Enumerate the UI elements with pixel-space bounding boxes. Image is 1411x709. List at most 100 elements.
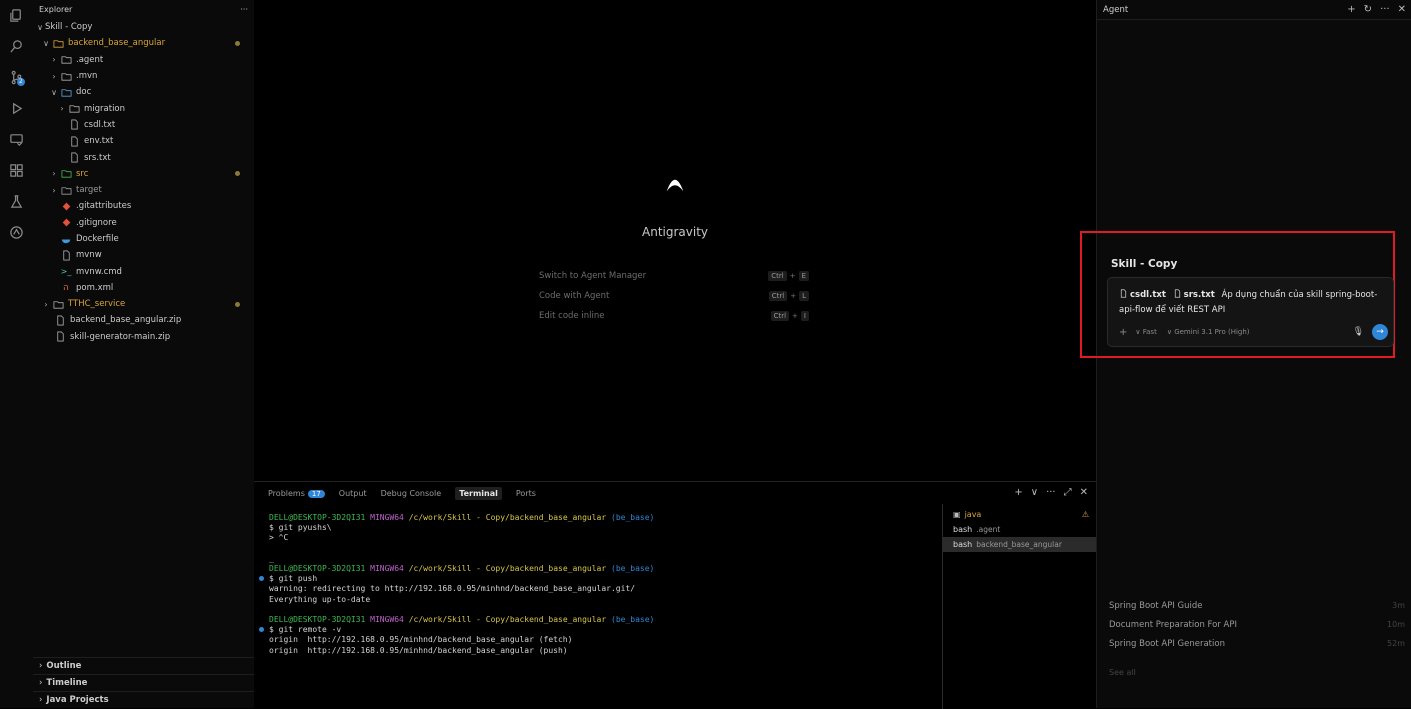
recent-time: 3m xyxy=(1392,601,1405,610)
output-line: warning: redirecting to http://192.168.0… xyxy=(269,584,636,594)
run-debug-icon[interactable] xyxy=(0,93,33,124)
tree-folder-agent[interactable]: › .agent xyxy=(33,52,254,68)
tree-file-csdl[interactable]: csdl.txt xyxy=(33,117,254,133)
tree-folder-doc[interactable]: ∨ doc xyxy=(33,84,254,100)
activity-bar: 2 xyxy=(0,0,34,708)
agent-prompt-text[interactable]: csdl.txt srs.txt Áp dụng chuẩn của skill… xyxy=(1119,288,1385,318)
chevron-right-icon: › xyxy=(52,185,56,195)
tree-label: mvnw.cmd xyxy=(76,266,122,277)
maximize-panel-icon[interactable]: ⤢ xyxy=(1064,487,1072,498)
tree-file-mvnw[interactable]: mvnw xyxy=(33,247,254,263)
agent-icon[interactable] xyxy=(0,217,33,248)
tree-label: Dockerfile xyxy=(76,234,119,244)
agent-prompt-input[interactable]: csdl.txt srs.txt Áp dụng chuẩn của skill… xyxy=(1107,277,1394,347)
shortcut-list: Switch to Agent Manager Ctrl + E Code with … xyxy=(539,266,809,326)
tab-problems[interactable]: Problems 17 xyxy=(268,489,325,498)
java-projects-section[interactable]: › Java Projects xyxy=(33,691,254,708)
recent-item[interactable]: Spring Boot API Guide 3m xyxy=(1109,596,1405,615)
terminal-cwd: .agent xyxy=(976,525,1001,534)
model-selector[interactable]: ∨ Gemini 3.1 Pro (High) xyxy=(1167,328,1250,336)
more-icon[interactable]: ··· xyxy=(1380,4,1390,15)
add-context-icon[interactable]: + xyxy=(1119,327,1127,338)
tree-file-srs[interactable]: srs.txt xyxy=(33,149,254,165)
file-icon xyxy=(67,119,81,130)
tree-file-skill-generator-zip[interactable]: skill-generator-main.zip xyxy=(33,329,254,345)
shortcut-edit-inline[interactable]: Edit code inline Ctrl + I xyxy=(539,306,809,326)
history-icon[interactable]: ↻ xyxy=(1364,4,1372,15)
file-icon xyxy=(53,315,67,326)
chevron-down-icon[interactable]: ∨ xyxy=(1031,487,1038,498)
more-icon[interactable]: ··· xyxy=(1046,487,1056,498)
close-icon[interactable]: ✕ xyxy=(1398,4,1406,15)
see-all-link[interactable]: See all xyxy=(1109,668,1136,677)
tree-folder-mvn[interactable]: › .mvn xyxy=(33,68,254,84)
mode-label: Fast xyxy=(1142,328,1157,336)
mode-selector[interactable]: ∨ Fast xyxy=(1135,328,1156,336)
explorer-more-button[interactable]: ··· xyxy=(240,5,248,14)
tab-ports[interactable]: Ports xyxy=(516,489,536,498)
tree-folder-backend-base-angular[interactable]: ∨ backend_base_angular xyxy=(33,35,254,51)
editor-welcome: Antigravity Switch to Agent Manager Ctrl +… xyxy=(254,0,1096,481)
tree-file-gitattributes[interactable]: .gitattributes xyxy=(33,198,254,214)
tree-folder-tthc-service[interactable]: › TTHC_service xyxy=(33,296,254,312)
folder-icon xyxy=(59,71,73,82)
arrow-right-icon: → xyxy=(1376,327,1384,337)
extensions-icon[interactable] xyxy=(0,155,33,186)
shortcut-agent-manager[interactable]: Switch to Agent Manager Ctrl + E xyxy=(539,266,809,286)
recent-item[interactable]: Document Preparation For API 10m xyxy=(1109,615,1405,634)
context-chip-srs[interactable]: srs.txt xyxy=(1173,289,1215,300)
tree-folder-target[interactable]: › target xyxy=(33,182,254,198)
tree-label: src xyxy=(76,168,89,179)
tree-folder-src[interactable]: › src xyxy=(33,166,254,182)
section-label: Outline xyxy=(46,661,82,671)
prompt-user: DELL@DESKTOP-3D2QI31 xyxy=(269,564,366,574)
tree-folder-skill-copy[interactable]: ∨ Skill - Copy xyxy=(33,19,254,35)
explorer-icon[interactable] xyxy=(0,0,33,31)
remote-explorer-icon[interactable] xyxy=(0,124,33,155)
terminal-item-java[interactable]: ▣ java ⚠ xyxy=(943,507,1097,522)
new-chat-icon[interactable]: + xyxy=(1347,4,1355,15)
tree-folder-migration[interactable]: › migration xyxy=(33,100,254,116)
folder-src-icon xyxy=(59,168,73,179)
testing-icon[interactable] xyxy=(0,186,33,217)
kbd-key: Ctrl xyxy=(770,311,790,321)
prompt-line: DELL@DESKTOP-3D2QI31 MINGW64 /c/work/Ski… xyxy=(269,513,957,523)
antigravity-logo-icon xyxy=(666,179,684,192)
tree-file-env[interactable]: env.txt xyxy=(33,133,254,149)
source-control-icon[interactable]: 2 xyxy=(0,62,33,93)
send-button[interactable]: → xyxy=(1372,324,1388,340)
terminal-item-bash-backend[interactable]: bash backend_base_angular xyxy=(943,537,1097,552)
context-chip-csdl[interactable]: csdl.txt xyxy=(1119,289,1166,300)
tree-label: mvnw xyxy=(76,250,102,261)
command-text: $ git push xyxy=(269,574,318,584)
close-icon[interactable]: ✕ xyxy=(1080,487,1088,498)
folder-icon xyxy=(51,38,65,49)
tree-file-dockerfile[interactable]: Dockerfile xyxy=(33,231,254,247)
tree-file-pom[interactable]: ה pom.xml xyxy=(33,280,254,296)
new-terminal-icon[interactable]: + xyxy=(1014,487,1022,498)
prompt-branch: (be_base) xyxy=(611,564,655,574)
shortcut-code-with-agent[interactable]: Code with Agent Ctrl + L xyxy=(539,286,809,306)
antigravity-logo xyxy=(254,172,1096,197)
tab-debug-console[interactable]: Debug Console xyxy=(381,489,442,498)
recent-item[interactable]: Spring Boot API Generation 52m xyxy=(1109,634,1405,653)
tree-label: pom.xml xyxy=(76,282,114,293)
outline-section[interactable]: › Outline xyxy=(33,657,254,674)
tree-label: backend_base_angular.zip xyxy=(70,315,182,326)
search-icon[interactable] xyxy=(0,31,33,62)
shortcut-label: Switch to Agent Manager xyxy=(539,271,647,281)
terminal-item-bash-agent[interactable]: bash .agent xyxy=(943,522,1097,537)
docker-icon xyxy=(59,234,73,245)
tree-file-mvnw-cmd[interactable]: >_ mvnw.cmd xyxy=(33,263,254,279)
tab-output[interactable]: Output xyxy=(339,489,367,498)
chevron-down-icon: ∨ xyxy=(43,38,49,48)
tree-file-backend-zip[interactable]: backend_base_angular.zip xyxy=(33,312,254,328)
tree-file-gitignore[interactable]: .gitignore xyxy=(33,215,254,231)
kbd-key: I xyxy=(800,311,809,321)
terminal-name: bash xyxy=(953,525,973,534)
terminal-output[interactable]: DELL@DESKTOP-3D2QI31 MINGW64 /c/work/Ski… xyxy=(254,513,957,709)
microphone-icon[interactable]: 🎙 xyxy=(1353,327,1364,337)
prompt-user: DELL@DESKTOP-3D2QI31 xyxy=(269,513,366,522)
tab-terminal[interactable]: Terminal xyxy=(455,486,502,500)
timeline-section[interactable]: › Timeline xyxy=(33,674,254,691)
